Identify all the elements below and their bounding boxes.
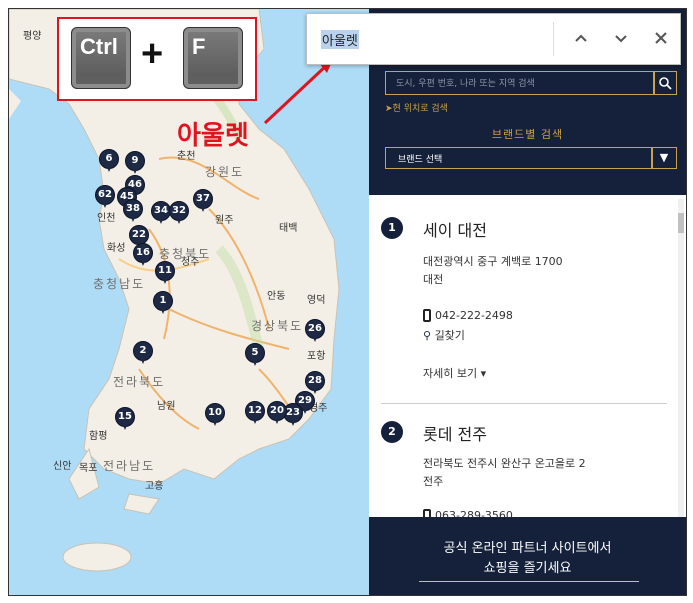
search-placeholder: 도시, 우편 번호, 나라 또는 지역 검색 [396,79,535,89]
location-arrow-icon: ➤ [385,104,393,114]
store-phone[interactable]: 042-222-2498 [423,309,513,322]
store-address: 대전광역시 중구 계백로 1700 [423,255,563,268]
screenshot-frame: 평양 춘천 원주 태백 영덕 포항 인천 화성 청주 남원 함평 신안 목포 고… [8,8,687,596]
scrollbar-thumb[interactable] [678,213,684,233]
current-location-link[interactable]: ➤현 위치로 검색 [385,101,448,114]
banner-line-2: 쇼핑을 즐기세요 [483,561,572,576]
store-number: 2 [381,421,403,443]
store-locator-panel: 도시, 우편 번호, 나라 또는 지역 검색 ➤현 위치로 검색 브랜드별 검색… [369,9,686,595]
directions-label: 길찾기 [434,329,465,342]
scrollbar[interactable] [678,199,684,519]
store-city: 대전 [423,273,444,286]
search-icon [659,77,672,90]
store-address: 전라북도 전주시 완산구 온고을로 2 [423,457,586,470]
brand-select-value: 브랜드 선택 [398,155,443,165]
close-icon[interactable] [649,26,673,50]
find-separator [553,22,554,56]
chevron-up-icon[interactable] [569,26,593,50]
find-bar: 아울렛 [306,13,681,65]
store-name[interactable]: 세이 대전 [423,217,487,241]
chevron-down-icon[interactable] [609,26,633,50]
phone-icon [423,309,431,322]
phone-number: 042-222-2498 [435,309,513,322]
map-pin-icon: ⚲ [423,329,432,342]
store-name[interactable]: 롯데 전주 [423,421,487,445]
store-divider [381,403,667,404]
dropdown-arrow-icon[interactable]: ▼ [651,147,677,169]
store-list: 1 세이 대전 대전광역시 중구 계백로 1700 대전 042-222-249… [369,195,686,517]
store-city: 전주 [423,475,444,488]
current-location-label: 현 위치로 검색 [392,104,448,114]
store-phone[interactable]: 063-289-3560 [423,509,513,517]
search-button[interactable] [653,71,677,95]
store-number: 1 [381,217,403,239]
location-search-input[interactable]: 도시, 우편 번호, 나라 또는 지역 검색 [385,71,655,95]
banner-line-1: 공식 온라인 파트너 사이트에서 [443,541,612,556]
phone-number: 063-289-3560 [435,509,513,517]
brand-select[interactable]: 브랜드 선택 [385,147,653,169]
brand-search-title: 브랜드별 검색 [491,128,564,141]
phone-icon [423,509,431,517]
find-input[interactable]: 아울렛 [321,30,359,49]
directions-link[interactable]: ⚲ 길찾기 [423,327,465,343]
partner-shop-banner[interactable]: 공식 온라인 파트너 사이트에서 쇼핑을 즐기세요 [369,517,686,595]
banner-underline [419,581,639,582]
details-toggle[interactable]: 자세히 보기 ▾ [423,365,486,381]
